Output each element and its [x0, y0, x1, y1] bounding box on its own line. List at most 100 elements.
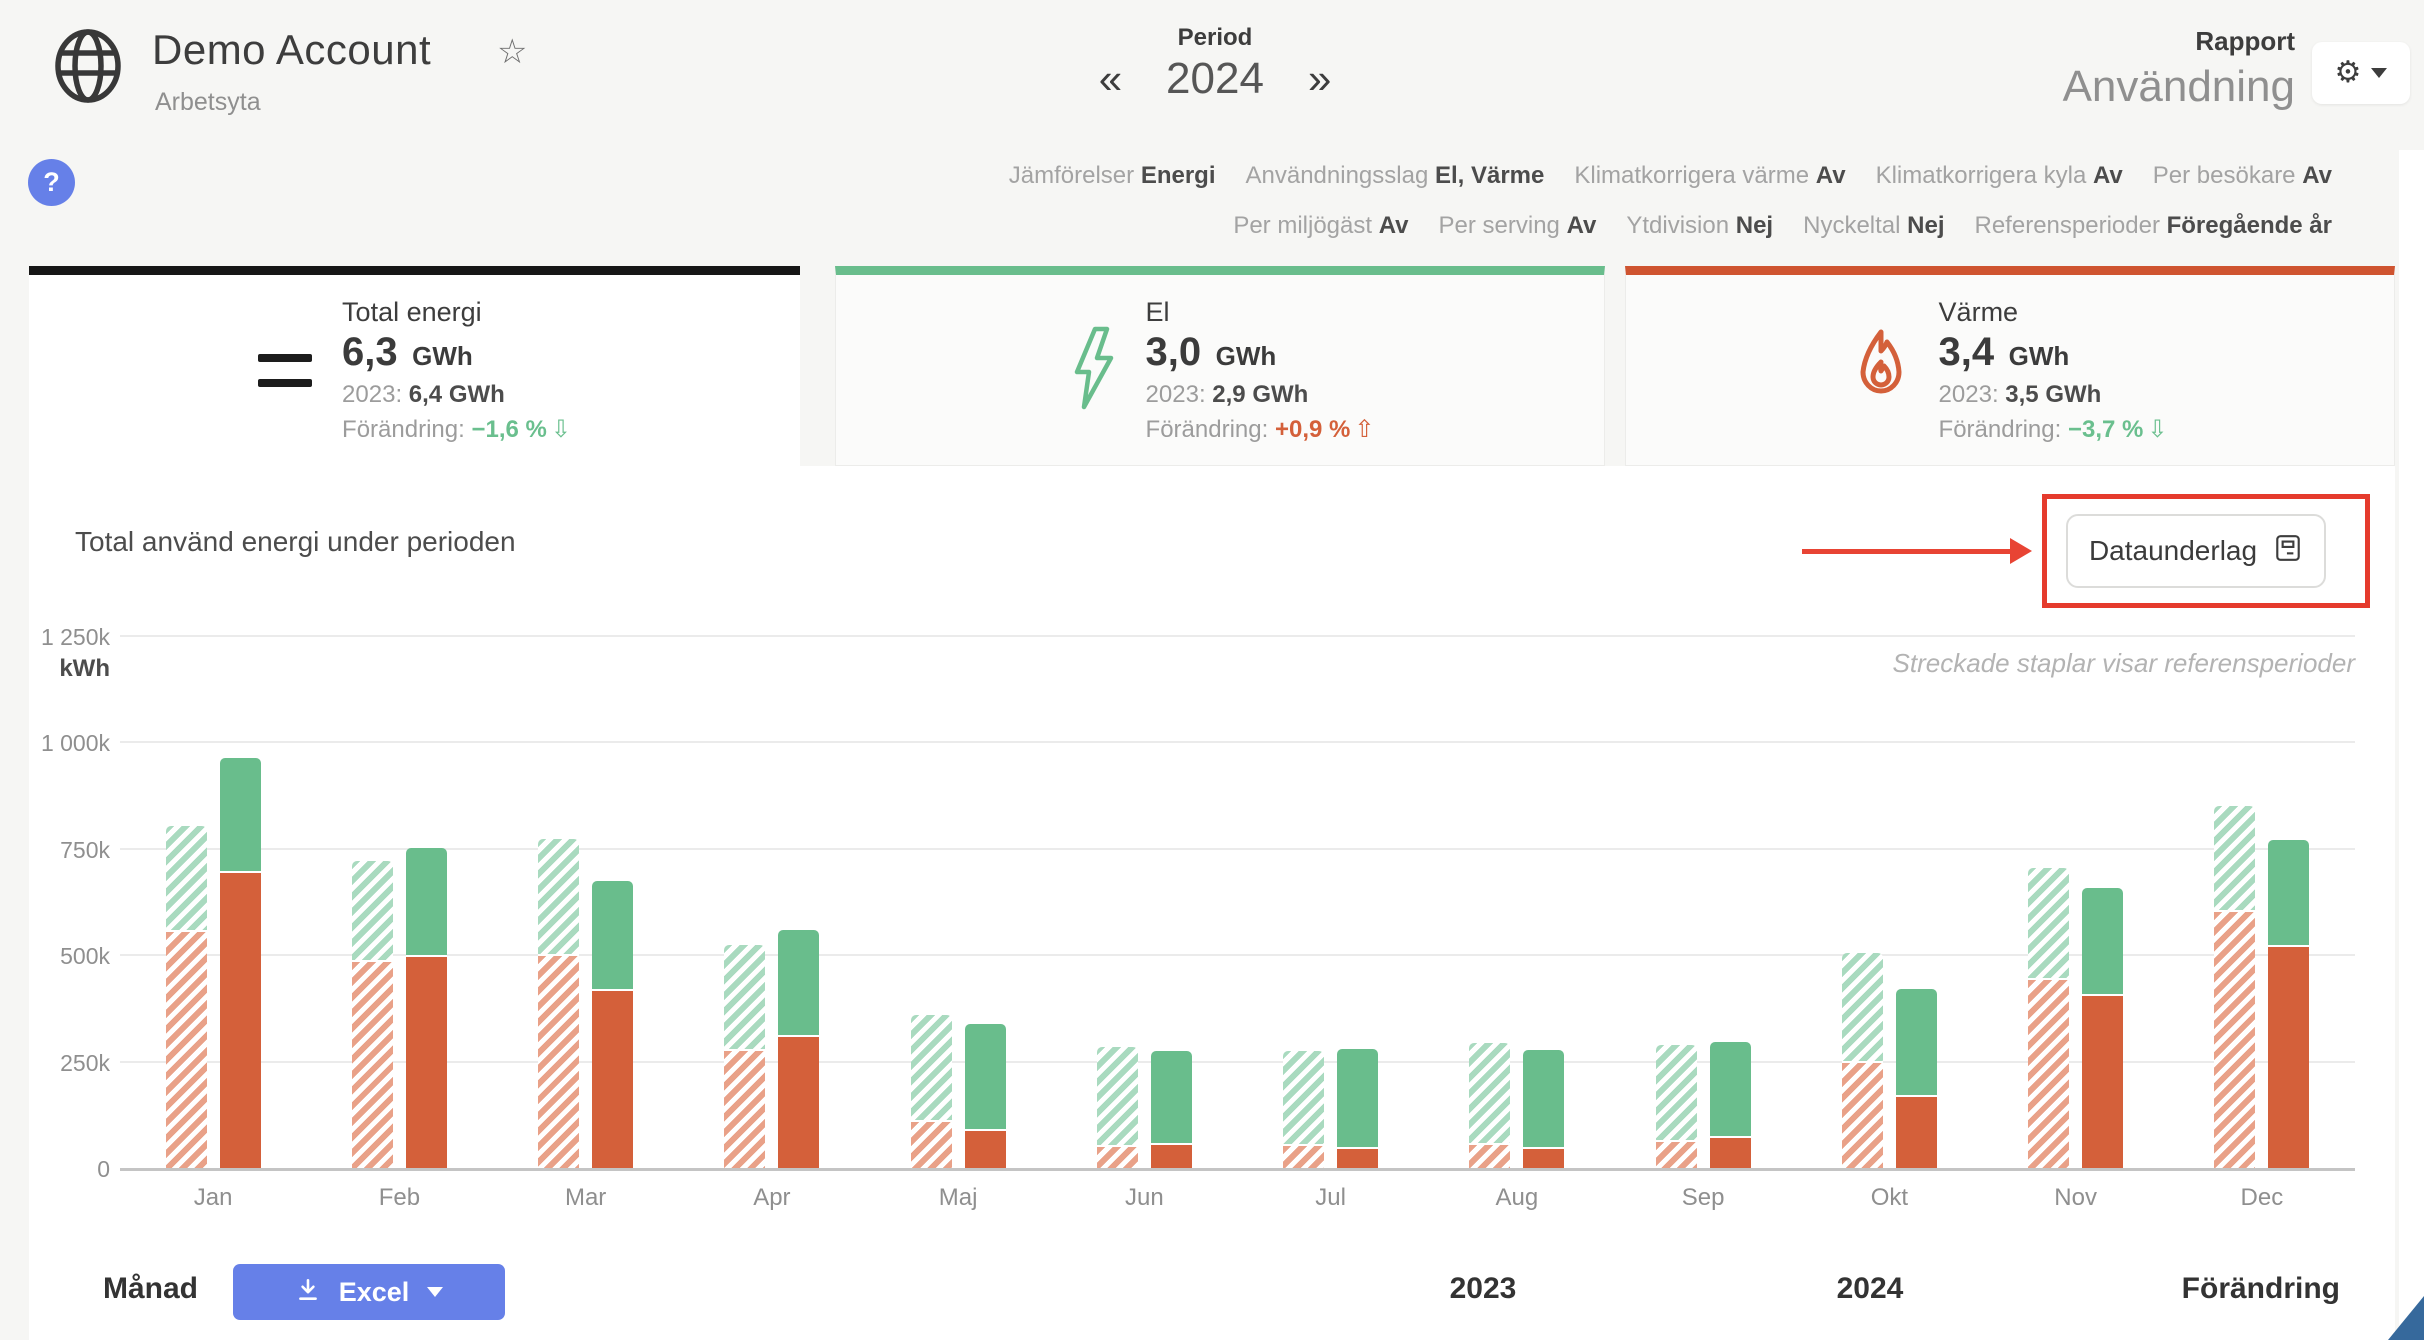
bar-2024-apr — [778, 930, 819, 1168]
month-group-maj — [865, 639, 1051, 1168]
change-value: +0,9 % — [1275, 416, 1350, 443]
setting-referensperioder[interactable]: Referensperioder Föregående år — [1975, 212, 2333, 240]
bar-2023-jan — [166, 826, 207, 1168]
annotation-arrow — [1802, 549, 2014, 554]
tab-varme[interactable]: Värme 3,4 GWh 2023: 3,5 GWh Förändring: … — [1625, 266, 2395, 466]
x-label-jul: Jul — [1238, 1184, 1424, 1212]
favorite-star-icon[interactable]: ☆ — [497, 32, 527, 72]
setting-anv-ndningsslag[interactable]: Användningsslag El, Värme — [1246, 162, 1545, 190]
report-name: Användning — [1895, 62, 2295, 112]
x-label-feb: Feb — [306, 1184, 492, 1212]
month-group-sep — [1610, 639, 1796, 1168]
chart-title: Total använd energi under perioden — [75, 526, 516, 558]
bar-2023-apr — [724, 945, 765, 1168]
card-unit: GWh — [412, 341, 473, 371]
setting-nyckeltal[interactable]: Nyckeltal Nej — [1803, 212, 1944, 240]
tab-total-energi[interactable]: Total energi 6,3 GWh 2023: 6,4 GWh Förän… — [29, 266, 800, 466]
globe-icon — [52, 26, 124, 111]
change-value: −3,7 % — [2068, 416, 2143, 443]
x-label-okt: Okt — [1796, 1184, 1982, 1212]
chevron-down-icon — [2371, 68, 2387, 78]
bar-2024-sep — [1710, 1042, 1751, 1168]
bar-2023-jul-el-segment — [1283, 1051, 1324, 1144]
bar-2024-aug-el-segment — [1523, 1050, 1564, 1147]
x-label-sep: Sep — [1610, 1184, 1796, 1212]
y-tick-label: 250k — [10, 1050, 110, 1077]
bar-2024-jun-el-segment — [1151, 1051, 1192, 1143]
setting-klimatkorrigera-kyla[interactable]: Klimatkorrigera kyla Av — [1876, 162, 2123, 190]
setting-ytdivision[interactable]: Ytdivision Nej — [1626, 212, 1773, 240]
help-button[interactable]: ? — [28, 159, 75, 206]
card-title: Total energi — [342, 297, 571, 328]
table-column-manad: Månad — [103, 1272, 198, 1306]
next-period-button[interactable]: » — [1308, 58, 1331, 100]
setting-value: Energi — [1141, 162, 1216, 189]
trend-down-icon: ⇩ — [2147, 416, 2167, 443]
setting-label: Användningsslag — [1246, 162, 1435, 189]
bar-2024-dec — [2268, 840, 2309, 1168]
x-label-nov: Nov — [1983, 1184, 2169, 1212]
x-axis-labels: JanFebMarAprMajJunJulAugSepOktNovDec — [120, 1184, 2355, 1218]
account-name: Demo Account — [152, 26, 431, 74]
y-tick-label: 1 250k — [10, 624, 110, 651]
report-settings-button[interactable]: ⚙ — [2312, 42, 2410, 104]
setting-value: Av — [1816, 162, 1846, 189]
report-label: Rapport — [1995, 26, 2295, 57]
x-label-jan: Jan — [120, 1184, 306, 1212]
x-label-dec: Dec — [2169, 1184, 2355, 1212]
dataunderlag-button[interactable]: Dataunderlag — [2066, 514, 2326, 588]
period-label: Period — [1040, 24, 1390, 52]
annotation-arrow-head — [2010, 538, 2032, 564]
card-value: 6,3 — [342, 330, 398, 374]
bar-2023-sep-el-segment — [1656, 1045, 1697, 1139]
excel-export-button[interactable]: Excel — [233, 1264, 505, 1320]
bar-2023-nov — [2028, 868, 2069, 1168]
bar-2024-okt-varme-segment — [1896, 1095, 1937, 1168]
setting-value: Av — [1567, 212, 1597, 239]
month-group-nov — [1983, 639, 2169, 1168]
heat-flame-icon — [1853, 326, 1909, 415]
bar-2024-mar-varme-segment — [592, 989, 633, 1168]
bar-2023-nov-el-segment — [2028, 868, 2069, 978]
bar-2023-feb — [352, 861, 393, 1168]
bar-2023-nov-varme-segment — [2028, 978, 2069, 1168]
bar-2024-nov — [2082, 888, 2123, 1168]
prev-year-label: 2023: — [1146, 381, 1206, 408]
bar-2024-okt-el-segment — [1896, 989, 1937, 1095]
bar-2023-dec-varme-segment — [2214, 910, 2255, 1168]
bar-2023-apr-el-segment — [724, 945, 765, 1050]
bar-2023-okt-el-segment — [1842, 953, 1883, 1062]
setting-per-serving[interactable]: Per serving Av — [1439, 212, 1597, 240]
setting-label: Per serving — [1439, 212, 1567, 239]
month-group-mar — [493, 639, 679, 1168]
bar-2024-jun-varme-segment — [1151, 1143, 1192, 1168]
previous-period-button[interactable]: « — [1099, 58, 1122, 100]
bar-2024-jul-el-segment — [1337, 1049, 1378, 1147]
bar-2024-aug-varme-segment — [1523, 1147, 1564, 1168]
bar-2023-jul — [1283, 1051, 1324, 1168]
card-value: 3,0 — [1146, 330, 1202, 374]
settings-row-2: Per miljögäst Av Per serving Av Ytdivision… — [1233, 212, 2332, 240]
setting-label: Ytdivision — [1626, 212, 1735, 239]
y-tick-label: 500k — [10, 943, 110, 970]
usage-report-page: Demo Account ☆ Arbetsyta Period « 2024 »… — [0, 0, 2424, 1340]
card-unit: GWh — [2009, 341, 2070, 371]
setting-per-bes-kare[interactable]: Per besökare Av — [2153, 162, 2332, 190]
bar-2024-dec-varme-segment — [2268, 945, 2309, 1168]
bar-2023-jan-el-segment — [166, 826, 207, 930]
bar-2023-aug — [1469, 1043, 1510, 1168]
setting-label: Per besökare — [2153, 162, 2302, 189]
setting-j-mf-relser[interactable]: Jämförelser Energi — [1009, 162, 1216, 190]
setting-value: Nej — [1736, 212, 1773, 239]
gridline — [120, 635, 2355, 637]
bar-2024-jan — [220, 758, 261, 1168]
bar-2023-dec-el-segment — [2214, 806, 2255, 910]
setting-label: Klimatkorrigera värme — [1574, 162, 1815, 189]
setting-per-milj-g-st[interactable]: Per miljögäst Av — [1233, 212, 1408, 240]
setting-klimatkorrigera-v-rme[interactable]: Klimatkorrigera värme Av — [1574, 162, 1845, 190]
trend-up-icon: ⇧ — [1354, 416, 1374, 443]
x-label-jun: Jun — [1051, 1184, 1237, 1212]
tab-el[interactable]: El 3,0 GWh 2023: 2,9 GWh Förändring: +0,… — [835, 266, 1605, 466]
bar-2024-mar — [592, 881, 633, 1168]
bar-2023-maj-el-segment — [911, 1015, 952, 1120]
